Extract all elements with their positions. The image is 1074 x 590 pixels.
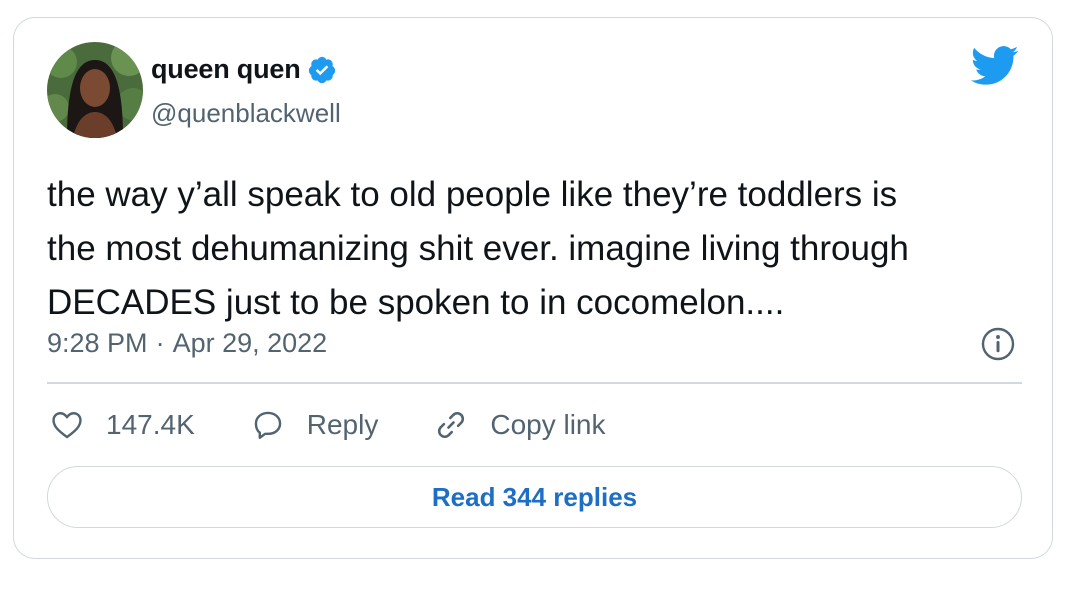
tweet-actions: 147.4K Reply Copy link [50, 408, 662, 442]
author-name[interactable]: queen quen [151, 54, 301, 85]
read-replies-button[interactable]: Read 344 replies [47, 466, 1022, 528]
tweet-card: queen quen @quenblackwell the way y’all … [13, 17, 1053, 559]
like-button[interactable]: 147.4K [50, 408, 195, 442]
like-count: 147.4K [106, 409, 195, 440]
twitter-bird-icon[interactable] [971, 46, 1019, 86]
tweet-timestamp[interactable]: 9:28 PM · Apr 29, 2022 [47, 328, 327, 359]
avatar[interactable] [47, 42, 143, 138]
link-icon [438, 411, 465, 439]
tweet-date[interactable]: Apr 29, 2022 [173, 328, 328, 359]
timestamp-separator: · [155, 328, 165, 358]
author-handle[interactable]: @quenblackwell [151, 98, 341, 129]
info-icon[interactable] [980, 326, 1016, 362]
copy-link-button[interactable]: Copy link [434, 408, 606, 442]
read-replies-label: Read 344 replies [431, 481, 638, 512]
divider [47, 382, 1022, 384]
reply-bubble-icon [254, 411, 281, 439]
author-name-row[interactable]: queen quen [151, 54, 337, 85]
tweet-time[interactable]: 9:28 PM [47, 328, 148, 359]
heart-icon [52, 412, 82, 439]
tweet-text: the way y’all speak to old people like t… [47, 175, 909, 322]
verified-badge-icon [308, 56, 335, 83]
reply-button[interactable]: Reply [251, 408, 379, 442]
reply-label: Reply [306, 409, 379, 440]
copy-link-label: Copy link [490, 409, 606, 440]
